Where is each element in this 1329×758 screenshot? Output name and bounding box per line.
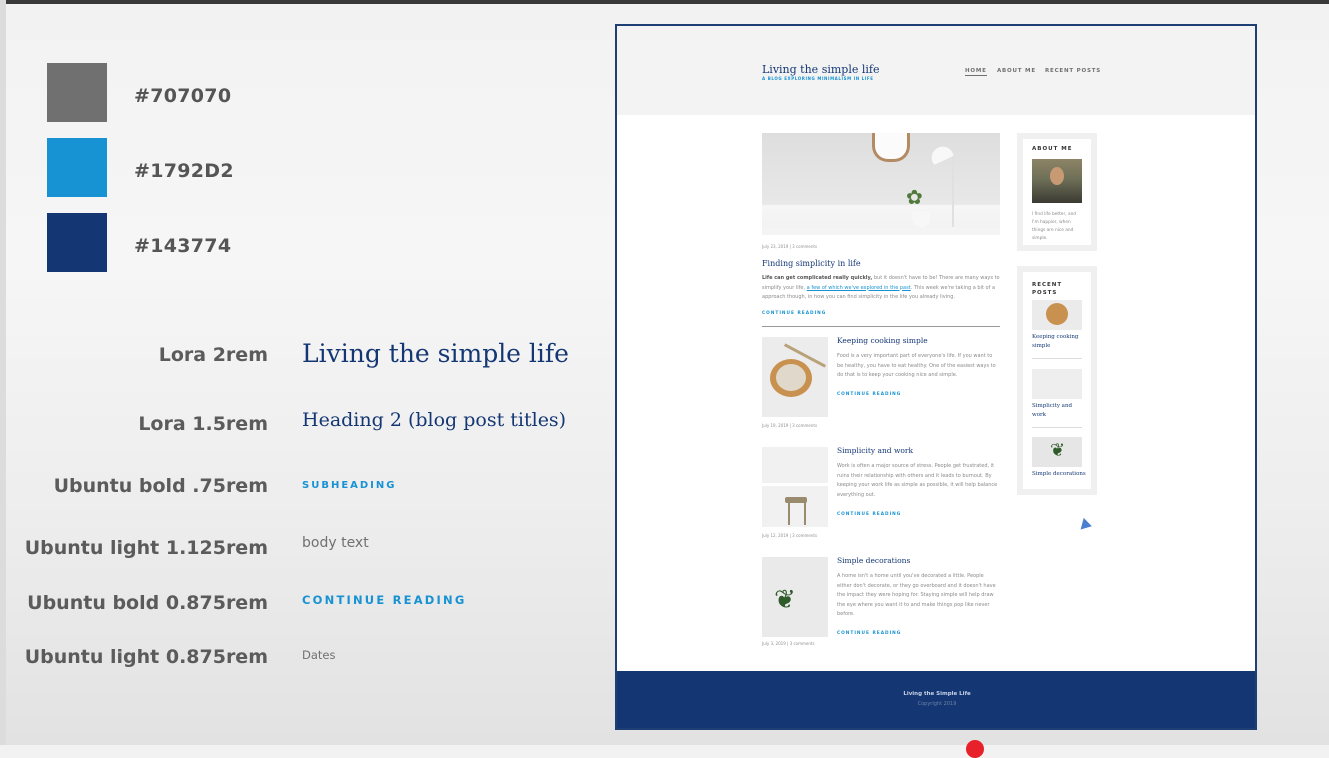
website-mockup: Living the simple life A BLOG EXPLORING … xyxy=(615,24,1257,730)
recent-separator xyxy=(1032,358,1082,359)
desk-illustration xyxy=(762,483,828,486)
swatch-navy xyxy=(47,213,107,272)
post-thumb-work[interactable] xyxy=(762,447,828,527)
lamp-head xyxy=(928,143,954,165)
recent-thumb-cooking[interactable] xyxy=(1032,300,1082,330)
spec-label-ubuntu-light-1125: Ubuntu light 1.125rem xyxy=(24,537,268,559)
excerpt-link[interactable]: a few of which we've explored in the pas… xyxy=(807,285,911,291)
lamp-pole xyxy=(952,157,954,227)
about-me-text: I find life better, and I'm happier, whe… xyxy=(1032,212,1077,241)
featured-post-image[interactable]: ✿ xyxy=(762,133,1000,235)
site-tagline: A BLOG EXPLORING MINIMALISM IN LIFE xyxy=(762,76,874,81)
spec-sample-subheading: SUBHEADING xyxy=(302,480,397,491)
swatch-blue xyxy=(47,138,107,197)
left-edge-shade xyxy=(0,0,6,745)
post-continue-decorations[interactable]: CONTINUE READING xyxy=(837,631,901,636)
spec-sample-continue-reading: CONTINUE READING xyxy=(302,593,467,607)
footer-title: Living the Simple Life xyxy=(903,691,971,697)
featured-continue-reading[interactable]: CONTINUE READING xyxy=(762,311,826,316)
plant-pot xyxy=(912,211,930,227)
recent-posts-title: RECENT POSTS xyxy=(1032,282,1063,296)
recent-posts-inner: RECENT POSTS Keeping cooking simple Simp… xyxy=(1023,272,1091,489)
post-title-cooking[interactable]: Keeping cooking simple xyxy=(837,336,928,345)
post-thumb-cooking[interactable] xyxy=(762,337,828,417)
site-title[interactable]: Living the simple life xyxy=(762,63,879,76)
post-thumb-decorations[interactable]: ❦ xyxy=(762,557,828,637)
spec-sample-heading-2: Heading 2 (blog post titles) xyxy=(302,409,567,431)
post-date-cooking: July 19, 2019 | 3 comments xyxy=(762,423,818,428)
dumplings-illustration xyxy=(776,364,806,391)
excerpt-bold: Life can get complicated really quickly, xyxy=(762,275,873,281)
clock-illustration xyxy=(872,133,910,162)
post-continue-work[interactable]: CONTINUE READING xyxy=(837,512,901,517)
footer-copyright: Copyright 2019 xyxy=(917,701,957,707)
table-edge xyxy=(762,227,1000,235)
recent-separator xyxy=(1032,427,1082,428)
nav-home[interactable]: HOME xyxy=(965,68,987,76)
record-indicator-icon xyxy=(966,740,984,758)
post-excerpt-work: Work is often a major source of stress. … xyxy=(837,463,998,498)
recent-thumb-decorations[interactable]: ❦ xyxy=(1032,437,1082,467)
post-title-decorations[interactable]: Simple decorations xyxy=(837,556,910,565)
post-date-decorations: July 3, 2019 | 3 comments xyxy=(762,641,815,646)
avatar-face xyxy=(1050,167,1064,185)
recent-label-decorations[interactable]: Simple decorations xyxy=(1032,470,1090,479)
plant-icon: ✿ xyxy=(906,185,923,209)
nav-about-me[interactable]: ABOUT ME xyxy=(997,68,1036,74)
featured-post-date: July 23, 2019 | 3 comments xyxy=(762,244,818,249)
post-date-work: July 12, 2019 | 3 comments xyxy=(762,533,818,538)
swatch-gray-label: #707070 xyxy=(134,85,232,107)
recent-bowl xyxy=(1046,303,1068,325)
recent-posts-card: RECENT POSTS Keeping cooking simple Simp… xyxy=(1017,266,1097,495)
post-title-work[interactable]: Simplicity and work xyxy=(837,446,913,455)
spec-label-ubuntu-bold-0875: Ubuntu bold 0.875rem xyxy=(27,592,268,614)
spec-label-ubuntu-bold-75: Ubuntu bold .75rem xyxy=(53,475,268,497)
nav-recent-posts[interactable]: RECENT POSTS xyxy=(1045,68,1101,74)
swatch-gray xyxy=(47,63,107,122)
leaf-icon: ❦ xyxy=(1050,440,1066,461)
spec-label-lora-2rem: Lora 2rem xyxy=(158,344,268,366)
post-excerpt-decorations: A home isn't a home until you've decorat… xyxy=(837,573,996,617)
window-top-bar xyxy=(0,0,1329,4)
about-me-inner: ABOUT ME I find life better, and I'm hap… xyxy=(1023,139,1091,245)
recent-label-work[interactable]: Simplicity and work xyxy=(1032,402,1084,420)
recent-thumb-work[interactable] xyxy=(1032,369,1082,399)
spec-sample-body-text: body text xyxy=(302,535,369,551)
spec-sample-dates: Dates xyxy=(302,648,336,662)
post-continue-cooking[interactable]: CONTINUE READING xyxy=(837,392,901,397)
spec-label-lora-1-5rem: Lora 1.5rem xyxy=(138,413,268,435)
featured-divider xyxy=(762,326,1000,327)
recent-label-cooking[interactable]: Keeping cooking simple xyxy=(1032,333,1084,351)
site-footer: Living the Simple Life Copyright 2019 xyxy=(617,671,1255,728)
site-header: Living the simple life A BLOG EXPLORING … xyxy=(617,26,1255,115)
post-excerpt-cooking: Food is a very important part of everyon… xyxy=(837,353,996,378)
leaf-icon: ❦ xyxy=(774,585,796,615)
chair-legs xyxy=(788,497,806,525)
swatch-blue-label: #1792D2 xyxy=(134,160,234,182)
swatch-navy-label: #143774 xyxy=(134,235,232,257)
about-me-card: ABOUT ME I find life better, and I'm hap… xyxy=(1017,133,1097,251)
featured-post-title[interactable]: Finding simplicity in life xyxy=(762,259,861,268)
about-me-title: ABOUT ME xyxy=(1032,146,1073,152)
spec-sample-site-title: Living the simple life xyxy=(302,339,569,368)
featured-post-excerpt: Life can get complicated really quickly,… xyxy=(762,274,1000,303)
spec-label-ubuntu-light-0875: Ubuntu light 0.875rem xyxy=(24,646,268,668)
avatar xyxy=(1032,159,1082,203)
